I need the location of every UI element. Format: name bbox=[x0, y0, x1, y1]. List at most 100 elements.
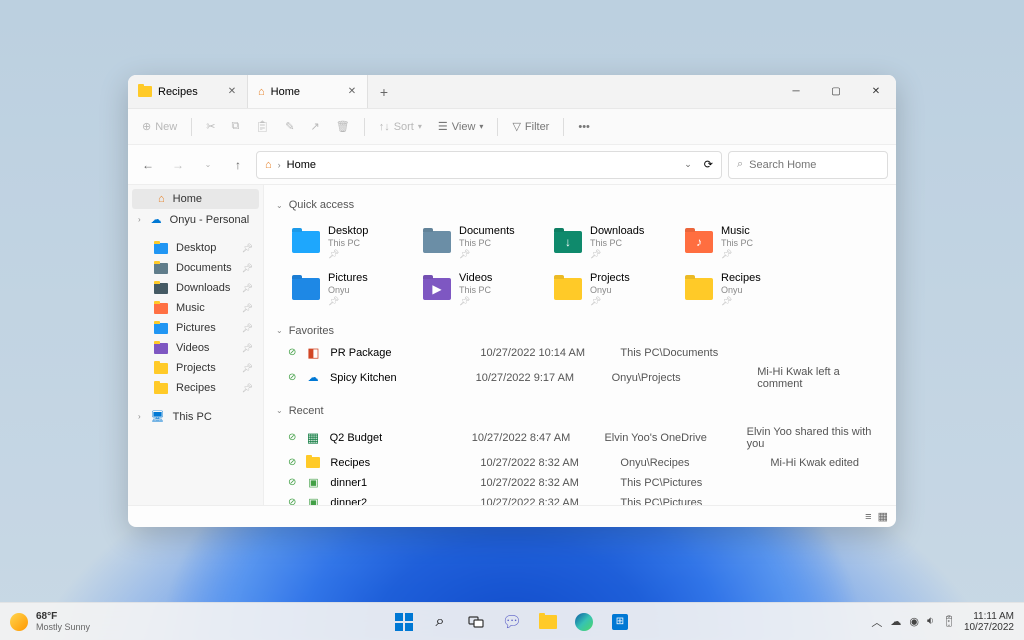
delete-button[interactable]: 🗑︎ bbox=[330, 116, 356, 137]
sidebar-item-home[interactable]: ⌂ Home bbox=[132, 189, 259, 209]
up-button[interactable]: ↑ bbox=[226, 153, 250, 177]
clock[interactable]: 11:11 AM 10/27/2022 bbox=[964, 611, 1014, 633]
quick-access-item[interactable]: ▶VideosThis PC📌︎ bbox=[419, 268, 534, 311]
search-button[interactable]: ⌕ bbox=[424, 606, 456, 638]
quick-access-item[interactable]: ♪MusicThis PC📌︎ bbox=[681, 221, 796, 264]
maximize-button[interactable]: ▢ bbox=[816, 75, 856, 108]
tab-recipes[interactable]: Recipes ✕ bbox=[128, 75, 248, 108]
file-row[interactable]: ⊘▦Q2 Budget10/27/2022 8:47 AMElvin Yoo's… bbox=[276, 423, 884, 453]
content-pane: ⌄ Quick access DesktopThis PC📌︎ Documents… bbox=[264, 185, 896, 505]
pin-icon: 📌︎ bbox=[242, 383, 253, 394]
breadcrumb[interactable]: Home bbox=[287, 159, 316, 171]
quick-access-item[interactable]: RecipesOnyu📌︎ bbox=[681, 268, 796, 311]
sidebar-item[interactable]: Downloads📌︎ bbox=[128, 278, 263, 298]
start-button[interactable] bbox=[388, 606, 420, 638]
forward-button[interactable]: → bbox=[166, 153, 190, 177]
chevron-down-icon: ⌄ bbox=[276, 406, 283, 415]
file-row[interactable]: ⊘▣dinner110/27/2022 8:32 AMThis PC\Pictu… bbox=[276, 473, 884, 493]
folder-icon bbox=[154, 263, 168, 274]
close-icon[interactable]: ✕ bbox=[345, 85, 359, 99]
chat-button[interactable]: 💬︎ bbox=[496, 606, 528, 638]
recent-locations-button[interactable]: ⌄ bbox=[196, 153, 220, 177]
clock-date: 10/27/2022 bbox=[964, 622, 1014, 633]
system-tray[interactable]: ︿ ☁ ◉ 🔉︎ 🔋︎ 11:11 AM 10/27/2022 bbox=[871, 611, 1014, 633]
store-button[interactable]: ⊞ bbox=[604, 606, 636, 638]
section-header-recent[interactable]: ⌄ Recent bbox=[276, 399, 884, 423]
weather-temp: 68°F bbox=[36, 611, 90, 622]
file-row[interactable]: ⊘▣dinner210/27/2022 8:32 AMThis PC\Pictu… bbox=[276, 493, 884, 505]
file-explorer-window: Recipes ✕ ⌂ Home ✕ + ─ ▢ ✕ ⊕ New ✂ ⧉ 📋︎ … bbox=[128, 75, 896, 527]
quick-access-item[interactable]: ↓DownloadsThis PC📌︎ bbox=[550, 221, 665, 264]
copy-button[interactable]: ⧉ bbox=[225, 116, 245, 137]
item-label: Videos bbox=[459, 272, 492, 285]
paste-button[interactable]: 📋︎ bbox=[249, 116, 275, 137]
file-location: This PC\Pictures bbox=[620, 497, 760, 505]
sidebar-item-label: Music bbox=[176, 302, 205, 314]
chevron-right-icon[interactable]: › bbox=[138, 215, 141, 224]
sidebar-item[interactable]: Music📌︎ bbox=[128, 298, 263, 318]
file-icon: ▣ bbox=[306, 476, 320, 490]
file-status: Mi-Hi Kwak edited bbox=[770, 457, 859, 469]
sort-button[interactable]: ↑↓ Sort ▾ bbox=[373, 117, 428, 137]
file-row[interactable]: ⊘◧PR Package10/27/2022 10:14 AMThis PC\D… bbox=[276, 343, 884, 363]
chevron-up-icon[interactable]: ︿ bbox=[871, 614, 882, 630]
search-box[interactable]: ⌕ bbox=[728, 151, 888, 179]
quick-access-item[interactable]: PicturesOnyu📌︎ bbox=[288, 268, 403, 311]
address-bar[interactable]: ⌂ › Home ⌄ ⟳ bbox=[256, 151, 722, 179]
file-row[interactable]: ⊘☁Spicy Kitchen10/27/2022 9:17 AMOnyu\Pr… bbox=[276, 363, 884, 393]
folder-icon bbox=[292, 231, 320, 253]
more-button[interactable]: ••• bbox=[572, 117, 596, 137]
folder-icon: ↓ bbox=[554, 231, 582, 253]
quick-access-item[interactable]: DesktopThis PC📌︎ bbox=[288, 221, 403, 264]
new-button[interactable]: ⊕ New bbox=[136, 116, 183, 137]
rename-button[interactable]: ✎ bbox=[279, 116, 300, 137]
onedrive-tray-icon[interactable]: ☁ bbox=[890, 615, 901, 628]
sidebar-item-onedrive[interactable]: › ☁ Onyu - Personal bbox=[128, 209, 263, 230]
file-date: 10/27/2022 10:14 AM bbox=[480, 347, 610, 359]
file-explorer-button[interactable] bbox=[532, 606, 564, 638]
sidebar-item-label: Projects bbox=[176, 362, 216, 374]
sidebar-item[interactable]: Documents📌︎ bbox=[128, 258, 263, 278]
item-label: Downloads bbox=[590, 225, 644, 238]
taskbar-weather[interactable]: 68°F Mostly Sunny bbox=[10, 611, 90, 632]
search-input[interactable] bbox=[749, 159, 879, 171]
task-view-button[interactable] bbox=[460, 606, 492, 638]
file-name: Q2 Budget bbox=[330, 432, 462, 444]
wifi-icon[interactable]: ◉ bbox=[909, 615, 919, 628]
sidebar-item[interactable]: Videos📌︎ bbox=[128, 338, 263, 358]
item-label: Recipes bbox=[721, 272, 761, 285]
chevron-right-icon[interactable]: › bbox=[138, 412, 141, 421]
close-button[interactable]: ✕ bbox=[856, 75, 896, 108]
pin-icon: 📌︎ bbox=[242, 363, 253, 374]
battery-icon[interactable]: 🔋︎ bbox=[942, 615, 956, 628]
sidebar-item[interactable]: Pictures📌︎ bbox=[128, 318, 263, 338]
icons-view-button[interactable]: ▦ bbox=[878, 510, 888, 523]
file-row[interactable]: ⊘Recipes10/27/2022 8:32 AMOnyu\RecipesMi… bbox=[276, 453, 884, 473]
cut-button[interactable]: ✂ bbox=[200, 116, 221, 137]
taskbar: 68°F Mostly Sunny ⌕ 💬︎ ⊞ ︿ ☁ ◉ 🔉︎ 🔋︎ 11:… bbox=[0, 602, 1024, 640]
weather-desc: Mostly Sunny bbox=[36, 622, 90, 632]
sidebar-item-thispc[interactable]: › 🖥︎ This PC bbox=[128, 406, 263, 427]
dropdown-icon[interactable]: ⌄ bbox=[684, 159, 692, 170]
minimize-button[interactable]: ─ bbox=[776, 75, 816, 108]
section-header-favorites[interactable]: ⌄ Favorites bbox=[276, 319, 884, 343]
quick-access-item[interactable]: ProjectsOnyu📌︎ bbox=[550, 268, 665, 311]
edge-button[interactable] bbox=[568, 606, 600, 638]
quick-access-item[interactable]: DocumentsThis PC📌︎ bbox=[419, 221, 534, 264]
close-icon[interactable]: ✕ bbox=[225, 85, 239, 99]
back-button[interactable]: ← bbox=[136, 153, 160, 177]
refresh-button[interactable]: ⟳ bbox=[704, 158, 713, 171]
chevron-right-icon: › bbox=[278, 160, 281, 170]
view-button[interactable]: ☰ View ▾ bbox=[432, 116, 490, 137]
tab-home[interactable]: ⌂ Home ✕ bbox=[248, 75, 368, 108]
sidebar-item[interactable]: Recipes📌︎ bbox=[128, 378, 263, 398]
file-name: Spicy Kitchen bbox=[330, 372, 466, 384]
section-header-quickaccess[interactable]: ⌄ Quick access bbox=[276, 193, 884, 217]
sidebar-item[interactable]: Desktop📌︎ bbox=[128, 238, 263, 258]
volume-icon[interactable]: 🔉︎ bbox=[927, 615, 934, 628]
details-view-button[interactable]: ≡ bbox=[865, 511, 871, 523]
share-button[interactable]: ↗ bbox=[305, 116, 326, 137]
new-tab-button[interactable]: + bbox=[368, 75, 400, 108]
sidebar-item[interactable]: Projects 📌︎ bbox=[128, 358, 263, 378]
filter-button[interactable]: ▽ Filter bbox=[506, 116, 555, 137]
